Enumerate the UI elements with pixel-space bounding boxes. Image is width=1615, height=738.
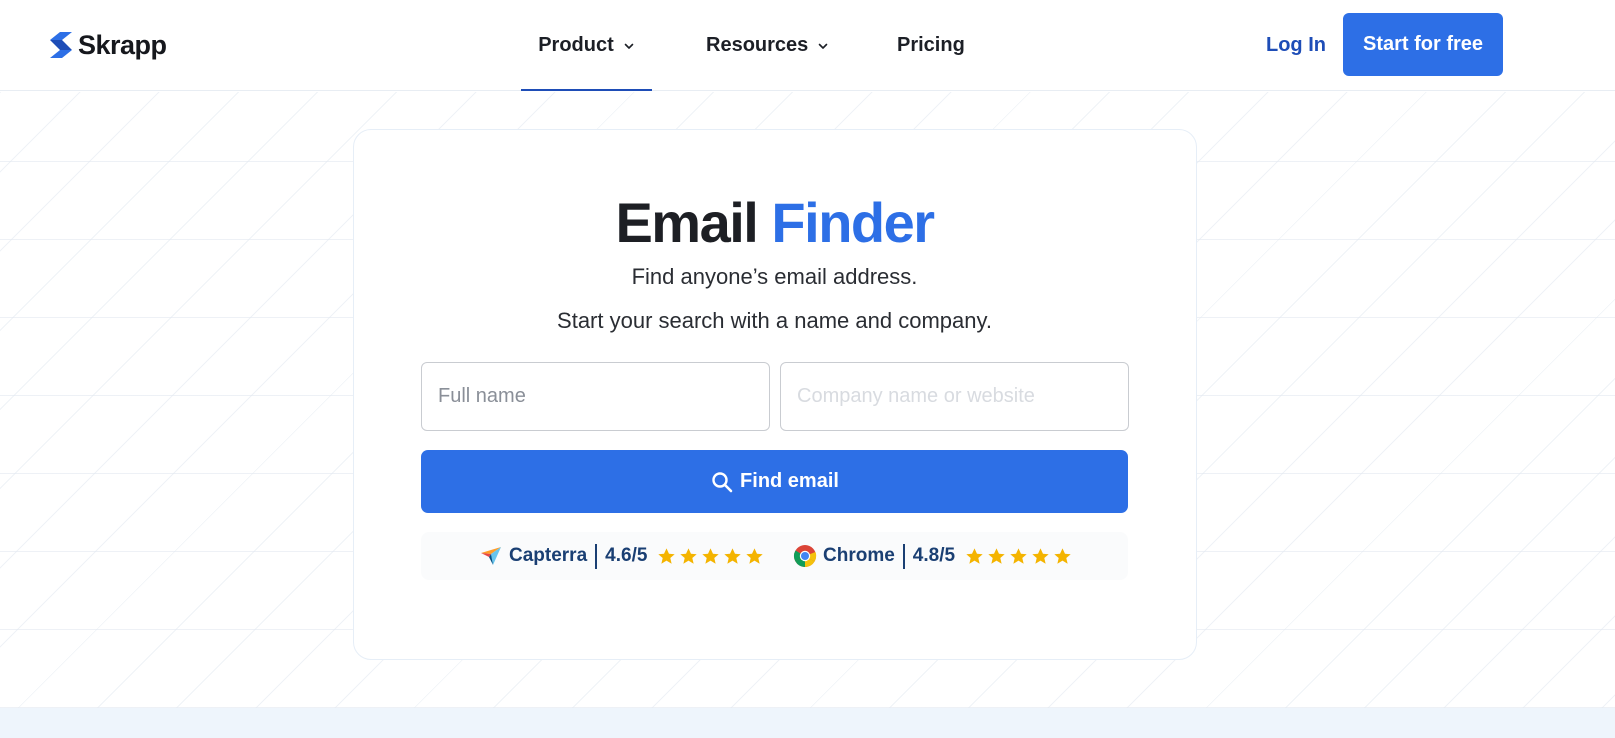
find-email-button[interactable]: Find email	[421, 450, 1128, 513]
nav-product-label: Product	[538, 34, 614, 56]
start-for-free-button[interactable]: Start for free	[1343, 13, 1503, 76]
star-rating	[657, 547, 764, 566]
star-icon	[1010, 547, 1027, 564]
nav-resources[interactable]: Resources	[706, 0, 829, 91]
logo-text: Skrapp	[78, 29, 167, 60]
capterra-rating: Capterra 4.6/5	[479, 532, 764, 580]
star-icon	[680, 547, 698, 564]
chrome-score: 4.8/5	[912, 545, 956, 566]
nav-resources-label: Resources	[706, 34, 809, 56]
nav-pricing[interactable]: Pricing	[897, 0, 965, 91]
full-name-input[interactable]	[421, 362, 770, 431]
capterra-label: Capterra	[509, 545, 588, 566]
star-rating	[965, 547, 1072, 566]
subtitle-secondary: Start your search with a name and compan…	[557, 308, 992, 333]
chevron-down-icon	[624, 43, 634, 49]
capterra-score: 4.6/5	[605, 545, 648, 566]
site-header: Skrapp Product Resources Pricing Log In …	[0, 0, 1615, 91]
logo[interactable]: Skrapp	[48, 30, 167, 60]
find-email-label: Find email	[740, 470, 839, 492]
section-divider-band	[0, 708, 1615, 738]
divider	[595, 543, 598, 569]
chevron-down-icon	[818, 43, 828, 49]
star-icon	[746, 547, 764, 564]
chrome-rating: Chrome 4.8/5	[793, 532, 1072, 580]
nav-product[interactable]: Product	[521, 0, 652, 91]
nav-pricing-label: Pricing	[897, 34, 965, 56]
star-icon	[1054, 547, 1071, 564]
company-input[interactable]	[780, 362, 1129, 431]
page-title: Email Finder	[0, 190, 1549, 255]
star-icon	[658, 547, 676, 564]
capterra-icon	[481, 547, 501, 565]
star-icon	[966, 547, 983, 564]
ratings-bar: Capterra 4.6/5 Chrome 4.8/5	[421, 532, 1128, 580]
star-icon	[724, 547, 742, 564]
star-icon	[988, 547, 1005, 564]
subtitle-primary: Find anyone’s email address.	[631, 264, 918, 289]
divider	[902, 543, 905, 569]
skrapp-logo-icon	[50, 32, 72, 58]
login-link[interactable]: Log In	[1266, 30, 1326, 60]
title-part-1: Email	[615, 191, 758, 254]
chrome-label: Chrome	[823, 545, 895, 566]
star-icon	[702, 547, 720, 564]
chrome-icon	[794, 545, 817, 567]
search-icon	[712, 471, 733, 492]
star-icon	[1032, 547, 1049, 564]
title-part-2: Finder	[771, 191, 935, 254]
